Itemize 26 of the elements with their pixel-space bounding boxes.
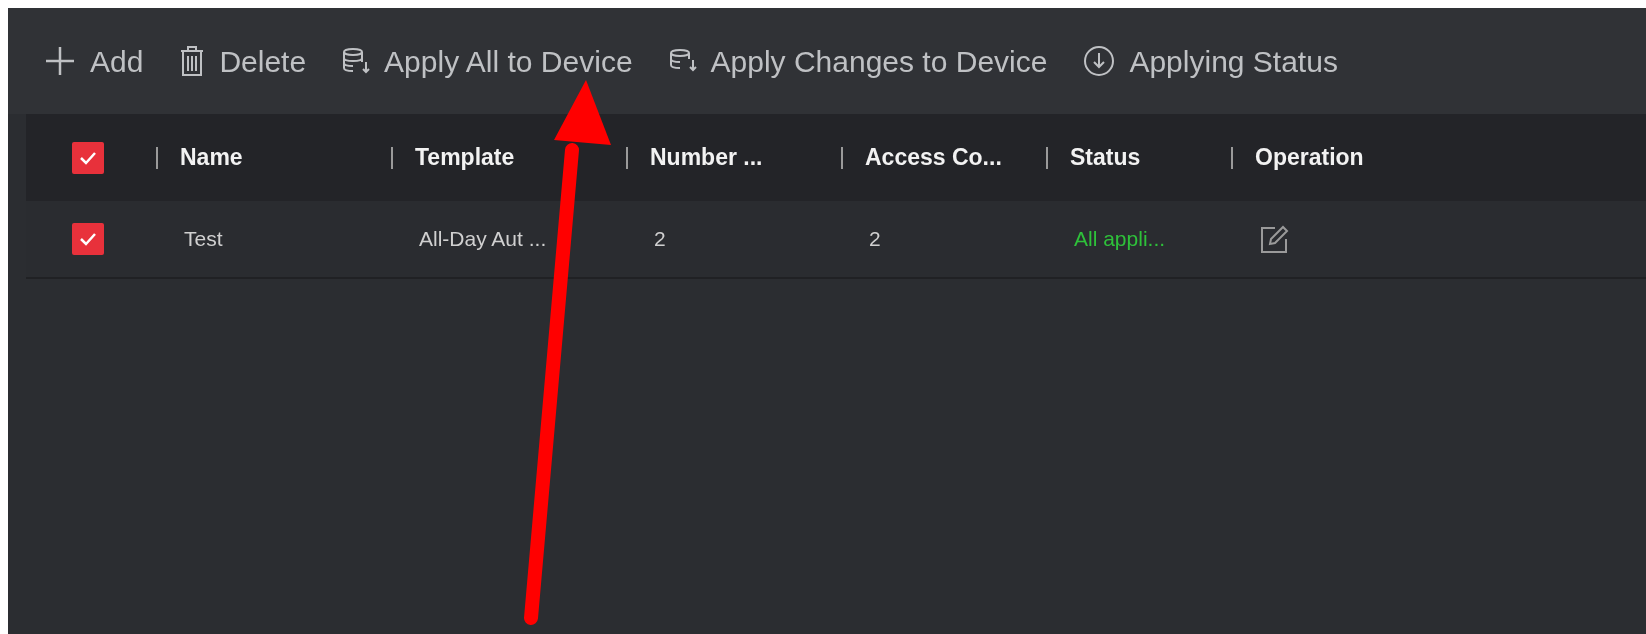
- trash-icon: [179, 45, 206, 77]
- toolbar-button[interactable]: Apply All to Device: [342, 38, 633, 84]
- checkmark-icon: [79, 232, 97, 246]
- plus-icon: [44, 45, 76, 77]
- column-header[interactable]: Access Co...: [865, 140, 1002, 175]
- checkmark-icon: [79, 150, 97, 165]
- column-header[interactable]: Status: [1070, 140, 1141, 175]
- status-text: All appli...: [1074, 227, 1166, 251]
- table-cell: All-Day Aut ...: [419, 227, 547, 251]
- edit-icon[interactable]: [1259, 225, 1289, 256]
- column-header[interactable]: Name: [180, 140, 243, 175]
- download-circle-icon: [1083, 45, 1116, 77]
- database-icon: [668, 48, 697, 74]
- table-cell: 2: [654, 227, 666, 251]
- table-cell: Test: [184, 227, 223, 251]
- table-cell: 2: [869, 227, 881, 251]
- column-header[interactable]: Template: [415, 140, 515, 175]
- toolbar-button[interactable]: Apply Changes to Device: [668, 38, 1048, 84]
- column-header[interactable]: Operation: [1255, 140, 1364, 175]
- toolbar-button[interactable]: Applying Status: [1083, 38, 1338, 84]
- column-header[interactable]: Number ...: [650, 140, 763, 175]
- database-icon: [342, 47, 371, 75]
- toolbar-button[interactable]: Add: [44, 38, 144, 84]
- checkbox[interactable]: [72, 141, 104, 174]
- checkbox[interactable]: [72, 223, 104, 255]
- toolbar-button[interactable]: Delete: [179, 38, 307, 84]
